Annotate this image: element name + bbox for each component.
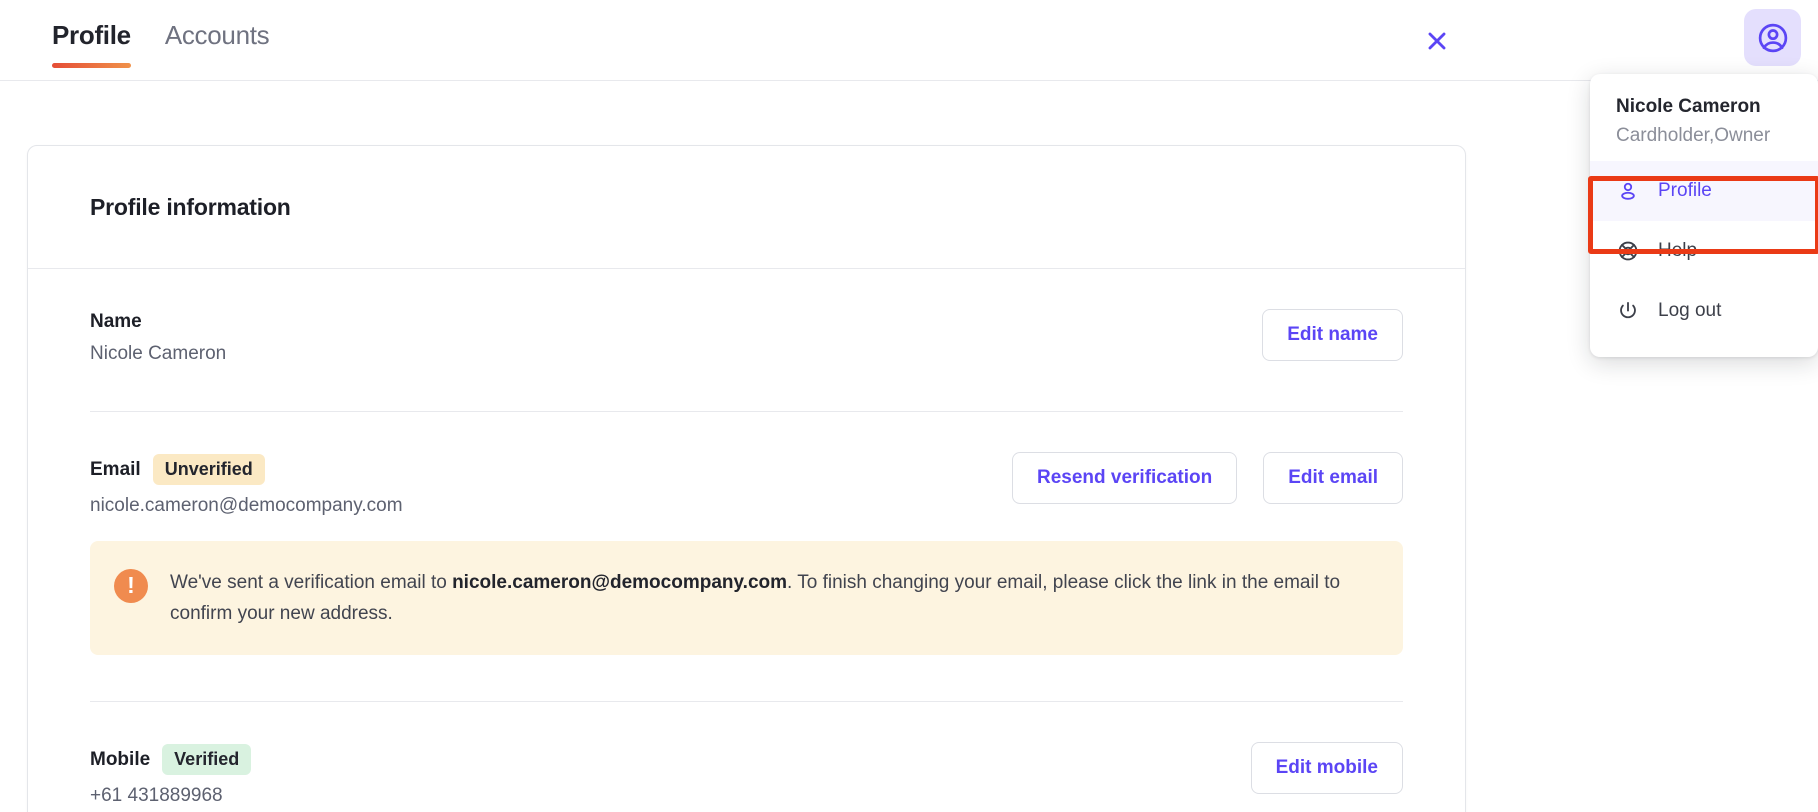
tab-profile-label: Profile (52, 20, 131, 50)
profile-row-name: Name Nicole Cameron Edit name (90, 269, 1403, 365)
menu-item-logout[interactable]: Log out (1590, 281, 1818, 341)
tab-profile[interactable]: Profile (52, 18, 131, 68)
close-button[interactable] (1418, 22, 1456, 60)
email-row-spacer (90, 655, 1403, 701)
name-label-line: Name (90, 311, 226, 333)
menu-item-help-label: Help (1658, 240, 1698, 261)
mobile-field: Mobile Verified +61 431889968 (90, 742, 252, 807)
edit-mobile-button[interactable]: Edit mobile (1250, 742, 1403, 794)
profile-row-mobile: Mobile Verified +61 431889968 Edit mobil… (90, 701, 1403, 807)
menu-item-profile[interactable]: Profile (1590, 161, 1818, 221)
lifebuoy-icon (1616, 239, 1640, 263)
mobile-label: Mobile (90, 748, 151, 770)
account-menu-button[interactable] (1744, 9, 1801, 66)
mobile-status-badge: Verified (162, 744, 252, 775)
email-field: Email Unverified nicole.cameron@democomp… (90, 452, 403, 517)
tab-bar: Profile Accounts (52, 18, 270, 68)
email-actions: Resend verification Edit email (1011, 452, 1403, 504)
user-icon (1616, 179, 1640, 203)
email-status-badge: Unverified (152, 454, 265, 485)
name-row-spacer (90, 365, 1403, 411)
name-field: Name Nicole Cameron (90, 309, 226, 365)
email-value: nicole.cameron@democompany.com (90, 495, 403, 516)
email-label-line: Email Unverified (90, 454, 403, 485)
alert-message: We've sent a verification email to nicol… (170, 567, 1375, 629)
alert-email: nicole.cameron@democompany.com (452, 572, 788, 593)
alert-exclamation-glyph: ! (127, 571, 135, 598)
menu-item-help[interactable]: Help (1590, 221, 1818, 281)
resend-verification-button[interactable]: Resend verification (1011, 452, 1238, 504)
tab-active-underline (52, 63, 131, 68)
menu-user-header: Nicole Cameron Cardholder,Owner (1590, 92, 1818, 161)
menu-user-role: Cardholder,Owner (1616, 125, 1771, 146)
tab-accounts[interactable]: Accounts (165, 18, 270, 68)
name-actions: Edit name (1262, 309, 1403, 361)
menu-user-name: Nicole Cameron (1616, 96, 1761, 117)
email-label: Email (90, 458, 141, 480)
name-value: Nicole Cameron (90, 343, 227, 364)
menu-item-logout-label: Log out (1658, 300, 1722, 321)
card-header: Profile information (28, 146, 1465, 269)
profile-page: Profile Accounts Profile information Nam… (0, 0, 1818, 812)
profile-row-email: Email Unverified nicole.cameron@democomp… (90, 411, 1403, 517)
user-circle-icon (1758, 23, 1787, 52)
account-dropdown-menu: Nicole Cameron Cardholder,Owner Profile … (1590, 74, 1818, 357)
page-title: Profile information (90, 193, 291, 220)
page-content: Profile information Name Nicole Cameron … (0, 81, 1818, 812)
profile-information-card: Profile information Name Nicole Cameron … (27, 145, 1466, 812)
mobile-row-spacer (90, 807, 1403, 812)
mobile-value: +61 431889968 (90, 785, 223, 806)
top-bar: Profile Accounts (0, 0, 1818, 81)
menu-item-profile-label: Profile (1658, 180, 1712, 201)
close-icon (1428, 32, 1446, 50)
email-verification-alert: ! We've sent a verification email to nic… (90, 541, 1403, 655)
power-icon (1616, 299, 1640, 323)
mobile-actions: Edit mobile (1250, 742, 1403, 794)
name-label: Name (90, 311, 142, 332)
alert-exclamation-icon: ! (114, 569, 148, 603)
card-body: Name Nicole Cameron Edit name Email Unve… (28, 269, 1465, 812)
mobile-label-line: Mobile Verified (90, 744, 252, 775)
tab-accounts-label: Accounts (164, 20, 270, 50)
edit-name-button[interactable]: Edit name (1262, 309, 1403, 361)
alert-lead: We've sent a verification email to (170, 572, 453, 593)
edit-email-button[interactable]: Edit email (1263, 452, 1403, 504)
